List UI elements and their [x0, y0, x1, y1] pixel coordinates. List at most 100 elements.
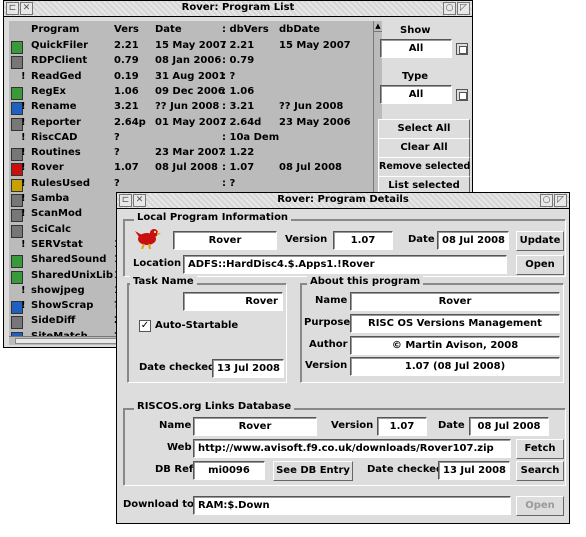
date-field: 08 Jul 2008	[437, 231, 509, 250]
flag-mark: !	[21, 116, 26, 128]
list-row[interactable]: ! Rover 1.07 08 Jul 2008: 1.07 08 Jul 2008	[9, 161, 373, 177]
list-row[interactable]: ! Reporter 2.64p 01 May 2007: 2.64d 23 May 2…	[9, 116, 373, 132]
program-date: 09 Dec 2006	[155, 85, 225, 97]
program-version: 1.07	[114, 162, 139, 174]
type-field: All	[380, 85, 452, 104]
date-label: Date	[408, 234, 435, 245]
program-name: QuickFiler	[31, 40, 89, 51]
select-all-button[interactable]: Select All	[378, 119, 470, 139]
program-date: 08 Jan 2006	[155, 55, 222, 67]
flag-mark: !	[21, 147, 26, 159]
column-dbvers[interactable]: : dbVers	[222, 24, 269, 35]
open-location-button[interactable]: Open	[516, 255, 564, 275]
about-name-field: Rover	[350, 292, 560, 311]
task-name-field: Rover	[183, 292, 283, 311]
program-version: 2.64p	[114, 116, 146, 128]
scroll-up-icon[interactable]: ▲	[374, 21, 382, 32]
column-date[interactable]: Date	[155, 24, 182, 35]
db-date: ?? Jun 2008	[279, 101, 344, 113]
iconise-icon[interactable]: ○	[443, 2, 456, 15]
list-row[interactable]: ! RiscCAD?: 10a Dem	[9, 131, 373, 147]
program-name: Reporter	[31, 116, 81, 128]
program-name: RiscCAD	[31, 131, 78, 143]
program-name: SciCalc	[31, 223, 71, 235]
db-version: : 3.21	[222, 101, 255, 113]
flag-mark: !	[21, 238, 26, 250]
program-version: ?	[114, 131, 120, 143]
clear-all-button[interactable]: Clear All	[378, 138, 470, 158]
details-titlebar[interactable]: ⊏ ✕ Rover: Program Details ○ ◸	[117, 193, 569, 209]
column-program[interactable]: Program	[31, 24, 79, 35]
type-label: Type	[402, 71, 429, 82]
list-row[interactable]: ! ReadGed 0.19 31 Aug 2001: ?	[9, 70, 373, 86]
flag-mark: !	[21, 177, 26, 189]
app-icon	[11, 270, 23, 284]
iconise-icon[interactable]: ○	[540, 194, 553, 207]
db-version: : ?	[222, 70, 236, 82]
app-icon	[11, 72, 21, 83]
program-name: Routines	[31, 147, 81, 159]
show-field: All	[380, 39, 452, 58]
db-version: : 0.79	[222, 55, 255, 67]
program-name: SharedSound	[31, 254, 107, 266]
column-vers[interactable]: Vers	[114, 24, 139, 35]
list-titlebar[interactable]: ⊏ ✕ Rover: Program List ○ ◸	[4, 1, 472, 17]
show-menu-icon[interactable]	[456, 43, 468, 55]
app-icon	[11, 255, 23, 269]
flag-mark: !	[21, 208, 26, 220]
column-dbdate[interactable]: dbDate	[279, 24, 320, 35]
program-version: 0.19	[114, 70, 139, 82]
about-author-label: Author	[309, 339, 348, 350]
program-date: 15 May 2007	[155, 40, 227, 51]
about-version-label: Version	[305, 360, 348, 371]
program-version: ?	[114, 147, 120, 159]
location-label: Location	[133, 258, 182, 269]
db-date-label: Date	[438, 420, 465, 431]
auto-startable-checkbox[interactable]: ✓	[139, 320, 151, 332]
list-window-title: Rover: Program List	[181, 2, 295, 13]
fetch-button[interactable]: Fetch	[516, 439, 564, 459]
show-label: Show	[400, 25, 431, 36]
db-version: : 10a Dem	[222, 131, 280, 143]
list-row[interactable]: ! RulesUsed? : ?	[9, 177, 373, 193]
task-name-title: Task Name	[130, 276, 197, 287]
local-info-title: Local Program Information	[134, 212, 292, 223]
db-version: : 1.06	[222, 85, 255, 97]
program-date: 23 Mar 2007	[155, 147, 226, 159]
list-row[interactable]: QuickFiler 2.21 15 May 2007: 2.21 15 May 20…	[9, 39, 373, 55]
list-row[interactable]: RegEx 1.06 09 Dec 2006: 1.06	[9, 85, 373, 101]
date-checked-field: 13 Jul 2008	[212, 359, 284, 378]
program-name: SideDiff	[31, 315, 76, 327]
program-name: Samba	[31, 193, 70, 204]
rover-logo-icon	[135, 227, 161, 250]
db-date: 15 May 2007	[279, 40, 351, 51]
download-open-button[interactable]: Open	[516, 496, 564, 516]
list-row[interactable]: ! Routines? 23 Mar 2007: 1.22	[9, 146, 373, 162]
program-date: 08 Jul 2008	[155, 162, 218, 174]
remove-selected-button[interactable]: Remove selected	[378, 157, 470, 177]
toggle-size-icon[interactable]: ◸	[457, 2, 470, 15]
list-row[interactable]: ! Rename 3.21?? Jun 2008: 3.21?? Jun 2008	[9, 100, 373, 116]
toggle-size-icon[interactable]: ◸	[554, 194, 567, 207]
about-purpose-label: Purpose	[304, 317, 351, 328]
db-version: : 1.22	[222, 147, 255, 159]
app-icon	[11, 224, 23, 238]
program-name: RegEx	[31, 85, 66, 97]
update-button[interactable]: Update	[516, 231, 564, 251]
db-title: RISCOS.org Links Database	[134, 401, 295, 412]
list-row[interactable]: RDPClient 0.79 08 Jan 2006: 0.79	[9, 54, 373, 70]
search-button[interactable]: Search	[516, 461, 564, 481]
program-name: RulesUsed	[31, 177, 90, 189]
type-menu-icon[interactable]	[456, 89, 468, 101]
see-db-entry-button[interactable]: See DB Entry	[273, 461, 353, 481]
about-version-field: 1.07 (08 Jul 2008)	[350, 357, 560, 376]
date-checked-label: Date checked	[139, 362, 216, 373]
db-version: : ?	[222, 177, 236, 189]
download-field[interactable]: RAM:$.Down	[193, 496, 511, 515]
program-name: SharedUnixLib	[31, 269, 114, 281]
program-version: 3.21	[114, 101, 139, 113]
program-name: Rename	[31, 101, 77, 113]
program-version: ?	[114, 177, 120, 189]
app-icon	[11, 86, 23, 100]
about-name-label: Name	[315, 295, 348, 306]
